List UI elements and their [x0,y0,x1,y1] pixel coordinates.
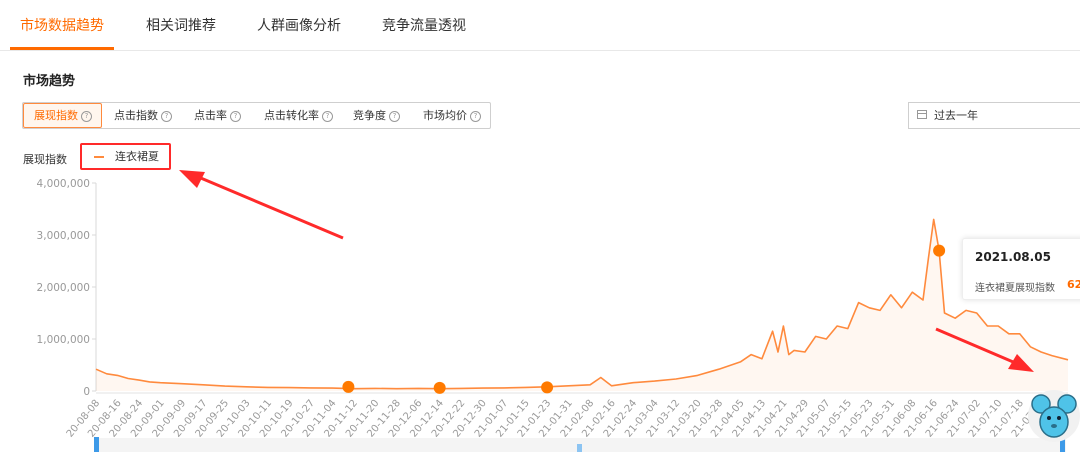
event-marker [433,381,446,394]
annotation-arrow-shaft [195,174,344,240]
chart-tooltip: 2021.08.05 连衣裙夏展现指数 620 [962,238,1080,300]
y-tick-label: 1,000,000 [37,334,90,346]
tooltip-date: 2021.08.05 [975,250,1051,264]
zoom-handle-left[interactable] [94,437,99,452]
trend-chart[interactable]: 4,000,0003,000,0002,000,0001,000,000020-… [0,0,1080,452]
y-tick-label: 0 [83,386,90,398]
y-tick-label: 4,000,000 [37,178,90,190]
mouse-mascot-icon[interactable] [1028,386,1080,446]
event-marker [541,381,554,394]
tooltip-label: 连衣裙夏展现指数 [975,283,1055,294]
event-marker [342,380,355,393]
series-area [96,219,1068,391]
event-marker [933,244,946,257]
tooltip-value: 620 [1067,278,1080,291]
y-tick-label: 2,000,000 [37,282,90,294]
annotation-arrowhead [179,170,205,188]
zoom-handle-middle[interactable] [577,444,582,452]
y-tick-label: 3,000,000 [37,230,90,242]
